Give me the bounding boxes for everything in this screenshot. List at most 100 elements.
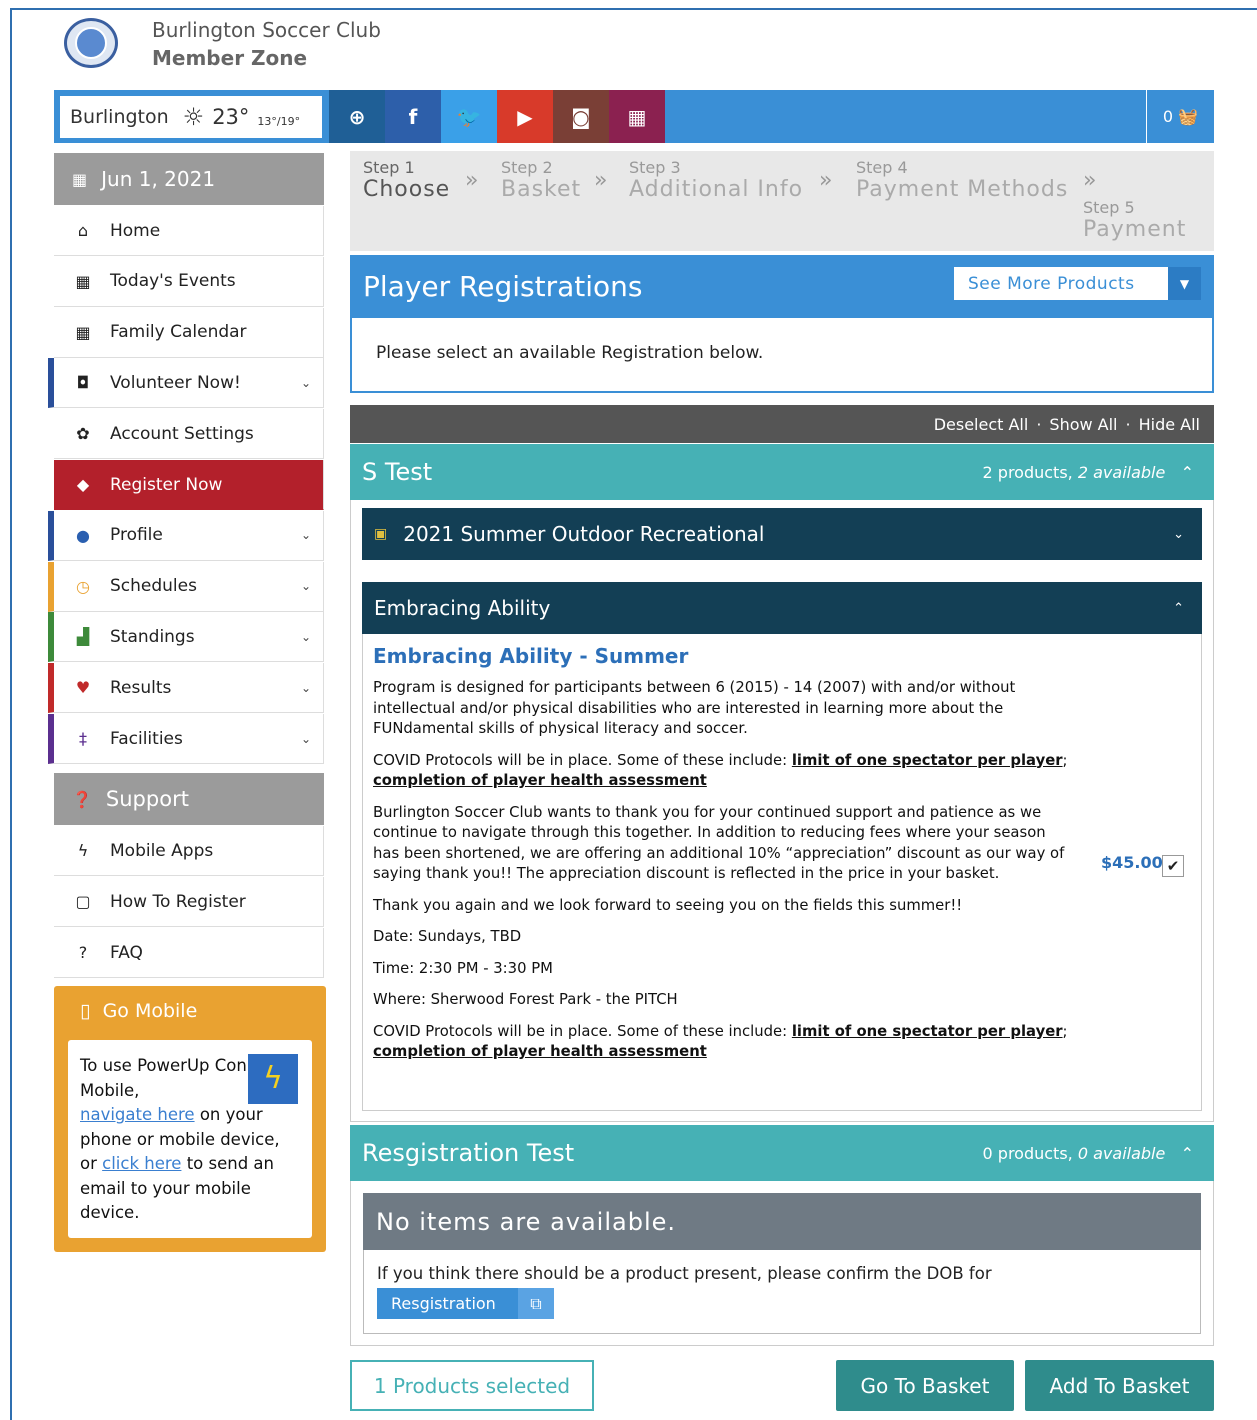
sidebar-item-label: Family Calendar bbox=[110, 322, 247, 343]
sidebar-item-label: Volunteer Now! bbox=[110, 372, 241, 393]
sidebar-item-account-settings[interactable]: ✿ Account Settings bbox=[54, 409, 324, 460]
group-header-s-test[interactable]: S Test 2 products, 2 available ⌃ bbox=[350, 444, 1214, 500]
step-separator-icon: » bbox=[1083, 168, 1097, 193]
chevron-down-icon: ⌄ bbox=[300, 528, 311, 543]
facebook-icon[interactable]: f bbox=[385, 90, 441, 143]
hide-all-link[interactable]: Hide All bbox=[1139, 415, 1200, 434]
sidebar-item-schedules[interactable]: ◷ Schedules ⌄ bbox=[48, 561, 324, 612]
step-separator-icon: » bbox=[819, 168, 833, 193]
support-item-faq[interactable]: ? FAQ bbox=[54, 928, 324, 978]
covid-link-spectator[interactable]: limit of one spectator per player bbox=[792, 752, 1063, 769]
chevron-down-icon[interactable]: ▼ bbox=[1167, 267, 1201, 300]
group-meta: 2 products, 2 available ⌃ bbox=[982, 462, 1194, 482]
support-item-label: FAQ bbox=[110, 942, 143, 963]
sidebar-item-facilities[interactable]: ‡ Facilities ⌄ bbox=[48, 714, 324, 764]
club-subtitle: Member Zone bbox=[152, 46, 308, 70]
home-icon: ⌂ bbox=[77, 221, 89, 240]
calendar-icon: ▦ bbox=[72, 169, 88, 189]
step-1: Step 1 Choose bbox=[363, 158, 451, 202]
registration-link-button[interactable]: Resgistration ⧉ bbox=[377, 1288, 554, 1319]
question-circle-icon: ❓ bbox=[72, 789, 92, 809]
external-link-icon: ⧉ bbox=[518, 1288, 554, 1319]
category-summer-outdoor[interactable]: ▣ 2021 Summer Outdoor Recreational ⌄ bbox=[362, 508, 1202, 560]
globe-icon[interactable]: ⊕ bbox=[329, 90, 385, 143]
chevron-up-icon: ⌃ bbox=[1173, 600, 1184, 616]
sidebar-item-profile[interactable]: ● Profile ⌄ bbox=[48, 510, 324, 561]
category-embracing-ability[interactable]: Embracing Ability ⌃ bbox=[362, 582, 1202, 634]
weather-city: Burlington bbox=[70, 106, 169, 128]
calendar-icon: ▦ bbox=[75, 271, 91, 291]
support-header: ❓ Support bbox=[54, 773, 324, 825]
show-all-link[interactable]: Show All bbox=[1049, 415, 1117, 434]
group-meta: 0 products, 0 available ⌃ bbox=[982, 1143, 1194, 1163]
group-title: S Test bbox=[362, 458, 433, 486]
club-logo[interactable] bbox=[64, 18, 118, 68]
products-selected-counter[interactable]: 1 Products selected bbox=[350, 1360, 594, 1411]
support-title: Support bbox=[105, 787, 189, 811]
support-item-how-to-register[interactable]: ▢ How To Register bbox=[54, 877, 324, 927]
sidebar-item-family-calendar[interactable]: ▦ Family Calendar bbox=[54, 307, 324, 358]
chevron-down-icon: ⌄ bbox=[300, 629, 311, 644]
step-3: Step 3 Additional Info bbox=[629, 158, 804, 202]
sidebar-date-text: Jun 1, 2021 bbox=[101, 167, 216, 191]
chevron-up-icon: ⌃ bbox=[1180, 1143, 1194, 1163]
calendar-icon[interactable]: ▦ bbox=[609, 90, 665, 143]
step-separator-icon: » bbox=[594, 168, 608, 193]
product-description: Program is designed for participants bet… bbox=[373, 679, 1068, 1060]
pdf-icon: ▢ bbox=[75, 892, 91, 911]
sidebar-item-standings[interactable]: ▟ Standings ⌄ bbox=[48, 612, 324, 663]
question-icon: ? bbox=[78, 943, 88, 962]
sidebar-item-volunteer-now[interactable]: ◘ Volunteer Now! ⌄ bbox=[48, 358, 324, 409]
twitter-icon[interactable]: 🐦 bbox=[441, 90, 497, 143]
basket-icon: 🧺 bbox=[1178, 107, 1199, 126]
see-more-products-button[interactable]: See More Products bbox=[954, 267, 1167, 300]
page-title: Player Registrations bbox=[363, 270, 643, 303]
weather-widget: Burlington ☼ 23° 13°/19° bbox=[60, 96, 322, 138]
instagram-icon[interactable]: ◙ bbox=[553, 90, 609, 143]
sidebar-item-label: Home bbox=[110, 220, 161, 241]
support-item-label: How To Register bbox=[110, 891, 246, 912]
edit-icon: ▣ bbox=[374, 526, 388, 542]
click-here-link[interactable]: click here bbox=[102, 1154, 181, 1173]
sun-icon: ☼ bbox=[182, 103, 205, 131]
chevron-down-icon: ⌄ bbox=[1173, 526, 1184, 542]
step-4: Step 4 Payment Methods bbox=[856, 158, 1069, 202]
chevron-down-icon: ⌄ bbox=[300, 731, 311, 746]
sidebar-item-register-now[interactable]: ◆ Register Now bbox=[54, 460, 324, 510]
chevron-down-icon: ⌄ bbox=[300, 375, 311, 390]
bolt-icon: ϟ bbox=[77, 841, 89, 860]
covid-link-spectator[interactable]: limit of one spectator per player bbox=[792, 1023, 1063, 1040]
tag-icon: ◆ bbox=[76, 475, 90, 494]
bar-chart-icon: ▟ bbox=[76, 627, 90, 647]
calendar-icon: ▦ bbox=[75, 322, 91, 342]
cart-button[interactable]: 0 🧺 bbox=[1146, 90, 1214, 143]
trophy-icon: ♥ bbox=[75, 678, 91, 698]
add-to-basket-button[interactable]: Add To Basket bbox=[1025, 1360, 1214, 1411]
support-item-mobile-apps[interactable]: ϟ Mobile Apps bbox=[54, 826, 324, 876]
powerup-bolt-icon: ϟ bbox=[248, 1054, 298, 1104]
sidebar-item-label: Schedules bbox=[110, 576, 197, 597]
cart-count: 0 bbox=[1162, 107, 1174, 126]
sidebar-item-results[interactable]: ♥ Results ⌄ bbox=[48, 663, 324, 714]
youtube-icon[interactable]: ▶ bbox=[497, 90, 553, 143]
step-5: Step 5 Payment bbox=[1083, 198, 1187, 242]
map-pin-icon: ‡ bbox=[79, 729, 87, 748]
sidebar-date: ▦ Jun 1, 2021 bbox=[54, 153, 324, 205]
group-title: Resgistration Test bbox=[362, 1139, 575, 1167]
go-to-basket-button[interactable]: Go To Basket bbox=[836, 1360, 1014, 1411]
step-separator-icon: » bbox=[465, 168, 479, 193]
group-header-registration-test[interactable]: Resgistration Test 0 products, 0 availab… bbox=[350, 1125, 1214, 1181]
navigate-here-link[interactable]: navigate here bbox=[80, 1105, 195, 1124]
product-title: Embracing Ability - Summer bbox=[373, 644, 689, 668]
go-mobile-box: ϟ To use PowerUp Connect Mobile, navigat… bbox=[68, 1040, 312, 1238]
no-items-message: No items are available. bbox=[363, 1193, 1201, 1250]
list-controls: Deselect All · Show All · Hide All bbox=[350, 405, 1214, 443]
covid-link-health[interactable]: completion of player health assessment bbox=[373, 772, 707, 789]
chevron-down-icon: ⌄ bbox=[300, 680, 311, 695]
sidebar-item-home[interactable]: ⌂ Home bbox=[54, 206, 324, 256]
sidebar-item-today-s-events[interactable]: ▦ Today's Events bbox=[54, 256, 324, 307]
sidebar-item-label: Register Now bbox=[110, 474, 223, 495]
deselect-all-link[interactable]: Deselect All bbox=[934, 415, 1029, 434]
product-select-checkbox[interactable]: ✔ bbox=[1162, 855, 1184, 877]
covid-link-health[interactable]: completion of player health assessment bbox=[373, 1043, 707, 1060]
